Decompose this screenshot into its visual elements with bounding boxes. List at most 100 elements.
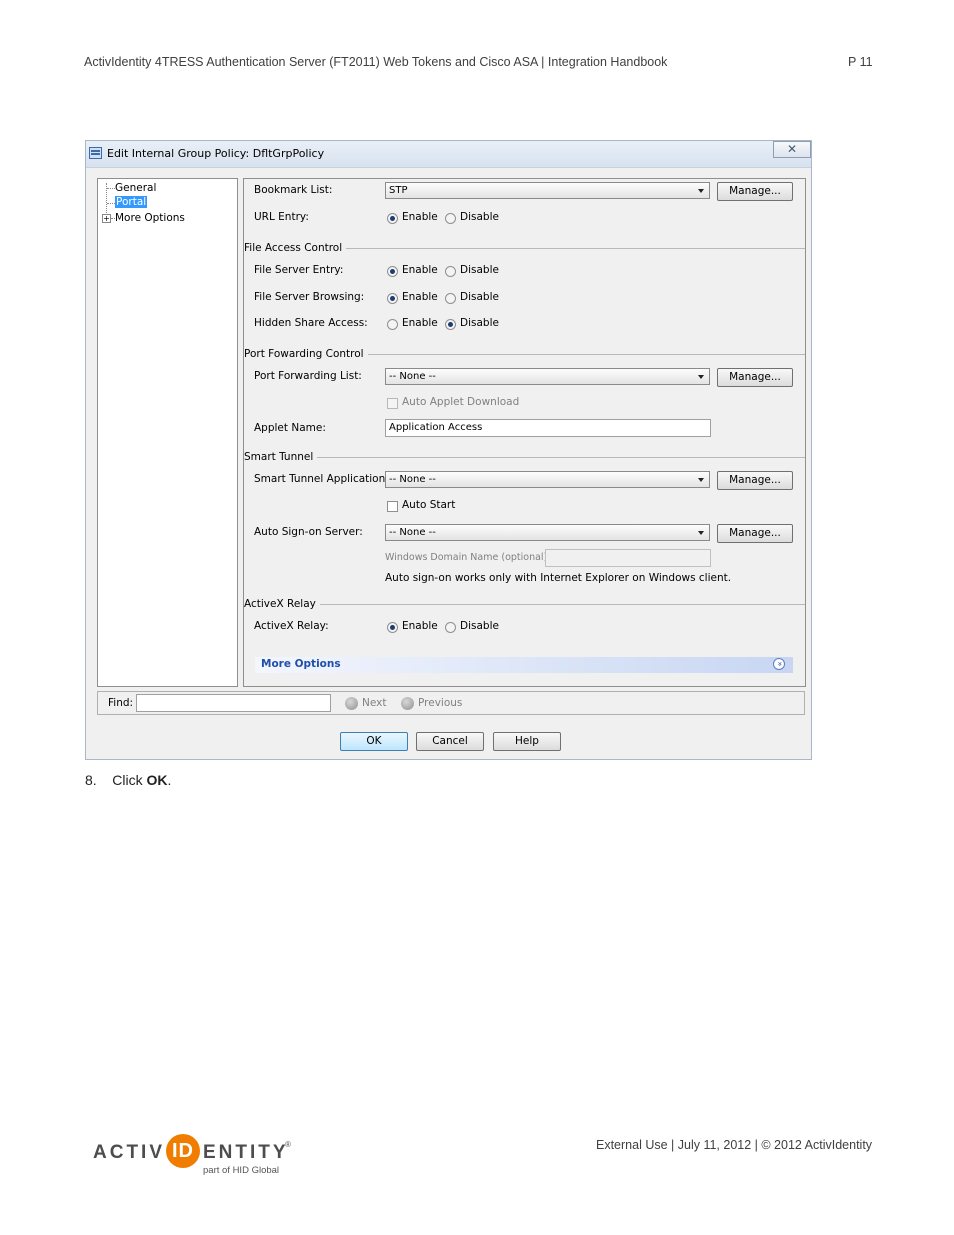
file-server-entry-enable-label: Enable bbox=[402, 264, 438, 276]
auto-signon-manage-button[interactable]: Manage... bbox=[717, 524, 793, 543]
file-server-browsing-disable-label: Disable bbox=[460, 291, 499, 303]
next-label[interactable]: Next bbox=[362, 697, 386, 709]
logo-text-id: ID bbox=[172, 1140, 194, 1162]
file-server-browsing-enable-radio[interactable] bbox=[387, 293, 398, 304]
previous-icon[interactable] bbox=[401, 697, 414, 710]
tree-item-general[interactable]: General bbox=[115, 182, 156, 194]
file-server-browsing-enable-label: Enable bbox=[402, 291, 438, 303]
auto-signon-server-label: Auto Sign-on Server: bbox=[254, 526, 363, 538]
section-divider bbox=[244, 457, 805, 458]
find-label: Find: bbox=[108, 697, 134, 709]
hidden-share-enable-label: Enable bbox=[402, 317, 438, 329]
auto-start-checkbox[interactable] bbox=[387, 501, 398, 512]
navigation-tree: General Portal + More Options bbox=[97, 178, 238, 687]
hidden-share-disable-radio[interactable] bbox=[445, 319, 456, 330]
port-forwarding-list-select[interactable]: -- None -- bbox=[385, 368, 710, 385]
auto-signon-server-value: -- None -- bbox=[389, 527, 436, 538]
bookmark-list-label: Bookmark List: bbox=[254, 184, 333, 196]
page-number: P 11 bbox=[848, 55, 873, 69]
file-server-entry-enable-radio[interactable] bbox=[387, 266, 398, 277]
dialog-app-icon bbox=[89, 147, 102, 159]
chevron-double-down-icon[interactable]: » bbox=[773, 658, 785, 670]
logo-text-activ: ACTIV bbox=[93, 1142, 165, 1163]
smart-tunnel-app-label: Smart Tunnel Application: bbox=[254, 473, 389, 485]
activex-enable-radio[interactable] bbox=[387, 622, 398, 633]
activex-section-title: ActiveX Relay bbox=[244, 598, 320, 610]
help-button[interactable]: Help bbox=[493, 732, 561, 751]
hidden-share-access-label: Hidden Share Access: bbox=[254, 317, 368, 329]
portal-settings-panel: Bookmark List: STP Manage... URL Entry: … bbox=[243, 178, 806, 687]
file-server-entry-disable-radio[interactable] bbox=[445, 266, 456, 277]
file-access-section-title: File Access Control bbox=[244, 242, 347, 254]
next-icon[interactable] bbox=[345, 697, 358, 710]
file-server-browsing-label: File Server Browsing: bbox=[254, 291, 365, 303]
activex-disable-radio[interactable] bbox=[445, 622, 456, 633]
logo-text-entity: ENTITY bbox=[203, 1142, 289, 1163]
step-text: Click bbox=[112, 772, 143, 788]
smart-tunnel-manage-button[interactable]: Manage... bbox=[717, 471, 793, 490]
port-forwarding-list-label: Port Forwarding List: bbox=[254, 370, 362, 382]
activex-relay-label: ActiveX Relay: bbox=[254, 620, 329, 632]
previous-label[interactable]: Previous bbox=[418, 697, 462, 709]
find-input[interactable] bbox=[136, 694, 331, 712]
chevron-down-icon bbox=[698, 531, 704, 535]
chevron-glyph: » bbox=[775, 661, 784, 667]
expand-icon[interactable]: + bbox=[102, 214, 111, 223]
applet-name-label: Applet Name: bbox=[254, 422, 326, 434]
bookmark-manage-button[interactable]: Manage... bbox=[717, 182, 793, 201]
instruction-step: 8. Click OK. bbox=[85, 772, 171, 788]
file-server-entry-disable-label: Disable bbox=[460, 264, 499, 276]
find-bar: Find: Next Previous bbox=[97, 691, 805, 715]
smart-tunnel-app-select[interactable]: -- None -- bbox=[385, 471, 710, 488]
tree-item-more-options[interactable]: More Options bbox=[115, 212, 185, 224]
tree-connector bbox=[107, 203, 115, 204]
auto-signon-note: Auto sign-on works only with Internet Ex… bbox=[385, 572, 732, 584]
chevron-down-icon bbox=[698, 478, 704, 482]
chevron-down-icon bbox=[698, 189, 704, 193]
url-entry-label: URL Entry: bbox=[254, 211, 309, 223]
smart-tunnel-app-value: -- None -- bbox=[389, 474, 436, 485]
applet-name-input[interactable]: Application Access bbox=[385, 419, 711, 437]
more-options-bar[interactable]: More Options » bbox=[255, 657, 793, 673]
hidden-share-disable-label: Disable bbox=[460, 317, 499, 329]
document-header-title: ActivIdentity 4TRESS Authentication Serv… bbox=[84, 55, 668, 69]
footer-text: External Use | July 11, 2012 | © 2012 Ac… bbox=[596, 1138, 873, 1152]
bookmark-list-value: STP bbox=[389, 185, 408, 196]
step-bold-text: OK bbox=[146, 772, 168, 788]
cancel-button[interactable]: Cancel bbox=[416, 732, 484, 751]
hidden-share-enable-radio[interactable] bbox=[387, 319, 398, 330]
file-server-browsing-disable-radio[interactable] bbox=[445, 293, 456, 304]
auto-applet-download-checkbox[interactable] bbox=[387, 398, 398, 409]
activex-disable-label: Disable bbox=[460, 620, 499, 632]
url-entry-enable-radio[interactable] bbox=[387, 213, 398, 224]
more-options-label: More Options bbox=[261, 658, 341, 670]
file-server-entry-label: File Server Entry: bbox=[254, 264, 344, 276]
dialog-title: Edit Internal Group Policy: DfltGrpPolic… bbox=[107, 147, 325, 160]
step-number: 8. bbox=[85, 772, 97, 788]
edit-group-policy-dialog: Edit Internal Group Policy: DfltGrpPolic… bbox=[85, 140, 812, 760]
close-button[interactable]: ✕ bbox=[773, 141, 811, 158]
windows-domain-input[interactable] bbox=[545, 549, 711, 567]
close-icon: ✕ bbox=[786, 142, 798, 156]
port-forwarding-manage-button[interactable]: Manage... bbox=[717, 368, 793, 387]
port-forwarding-list-value: -- None -- bbox=[389, 371, 436, 382]
chevron-down-icon bbox=[698, 375, 704, 379]
url-entry-disable-radio[interactable] bbox=[445, 213, 456, 224]
auto-applet-download-label: Auto Applet Download bbox=[402, 396, 520, 408]
bookmark-list-select[interactable]: STP bbox=[385, 182, 710, 199]
windows-domain-label: Windows Domain Name (optional): bbox=[385, 552, 551, 563]
smart-tunnel-section-title: Smart Tunnel bbox=[244, 451, 318, 463]
auto-signon-server-select[interactable]: -- None -- bbox=[385, 524, 710, 541]
dialog-titlebar: Edit Internal Group Policy: DfltGrpPolic… bbox=[86, 141, 811, 168]
logo-registered-mark: ® bbox=[285, 1140, 291, 1149]
step-end: . bbox=[167, 772, 172, 788]
url-entry-disable-label: Disable bbox=[460, 211, 499, 223]
url-entry-enable-label: Enable bbox=[402, 211, 438, 223]
port-forwarding-section-title: Port Fowarding Control bbox=[244, 348, 368, 360]
auto-start-label: Auto Start bbox=[402, 499, 456, 511]
actividentity-logo: ACTIV ID ENTITY ® part of HID Global bbox=[93, 1134, 303, 1182]
ok-button[interactable]: OK bbox=[340, 732, 408, 751]
tree-item-portal[interactable]: Portal bbox=[115, 196, 148, 208]
tree-connector bbox=[107, 188, 115, 189]
activex-enable-label: Enable bbox=[402, 620, 438, 632]
